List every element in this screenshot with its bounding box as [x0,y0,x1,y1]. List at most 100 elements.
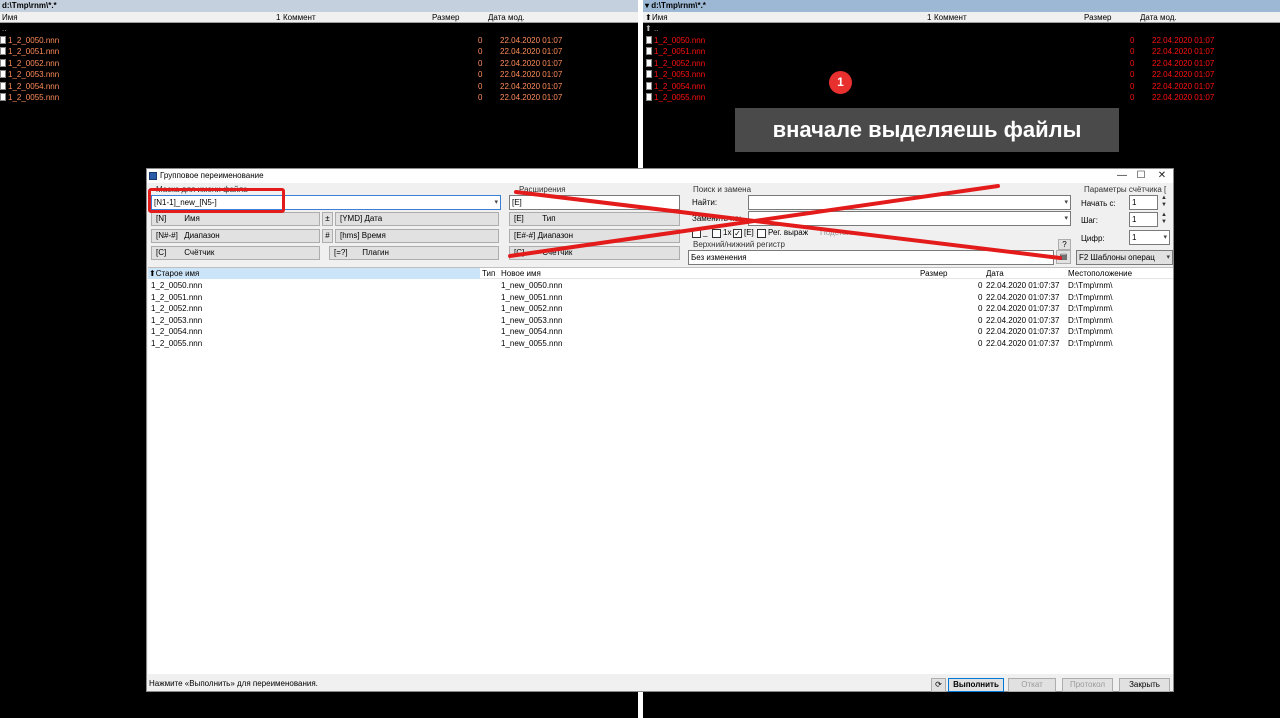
close-icon[interactable]: ✕ [1152,169,1172,183]
table-row[interactable]: 1_2_0050.nnn 1_new_0050.nnn 0 22.04.2020… [148,280,1173,292]
chevron-down-icon[interactable]: ▾ [1064,212,1068,225]
ext-label: [E] [744,228,754,237]
col-type[interactable]: Тип [482,268,495,279]
counter-button[interactable]: [C] Счётчик [151,246,320,260]
file-name: 1_2_0051.nnn [654,47,706,56]
log-button[interactable]: Протокол [1062,678,1113,692]
maximize-icon[interactable]: ☐ [1131,169,1151,183]
table-row[interactable]: 1_2_0052.nnn 1_new_0052.nnn 0 22.04.2020… [148,303,1173,315]
col-new-name[interactable]: Новое имя [501,268,541,279]
ext-group-title: Расширения [519,185,566,194]
file-date: 22.04.2020 01:07 [1152,58,1215,68]
close-button[interactable]: Закрыть [1119,678,1170,692]
list-item[interactable]: 1_2_0052.nnn 0 22.04.2020 01:07 [0,58,638,70]
range-button[interactable]: [N#-#] Диапазон [151,229,320,243]
chevron-down-icon[interactable]: ▾ [1163,231,1167,244]
right-col-size[interactable]: Размер [1084,12,1112,23]
reload-button[interactable]: ⟳ [931,678,946,692]
btn-label: Счётчик [542,248,573,257]
right-col-date[interactable]: Дата мод. [1140,12,1177,23]
list-item[interactable]: 1_2_0053.nnn 0 22.04.2020 01:07 [643,69,1280,81]
ext-input[interactable]: [E] [509,195,680,210]
col-date[interactable]: Дата [986,268,1004,279]
btn-key: [N] [156,214,167,223]
size: 0 [978,315,983,325]
col-size[interactable]: Размер [920,268,948,279]
new-name: 1_new_0055.nnn [501,338,563,348]
table-row[interactable]: 1_2_0055.nnn 1_new_0055.nnn 0 22.04.2020… [148,338,1173,350]
case-sensitive-checkbox[interactable] [692,229,701,238]
list-item[interactable]: 1_2_0050.nnn 0 22.04.2020 01:07 [643,35,1280,47]
edit-icon[interactable]: ▤ [1056,250,1071,264]
left-col-size[interactable]: Размер [432,12,460,23]
time-button[interactable]: [hms] Время [335,229,499,243]
plusminus-button[interactable]: ± [322,212,333,226]
case-dropdown[interactable]: Без изменения ▾ [688,250,1054,265]
drive-dropdown-icon[interactable]: ▾ [645,1,649,10]
col-old-name[interactable]: ⬆Старое имя [148,268,480,279]
dialog-titlebar[interactable]: Групповое переименование — ☐ ✕ [147,169,1173,183]
start-input[interactable]: 1 [1129,195,1158,210]
file-icon [0,70,6,78]
find-input[interactable]: ▾ [748,195,1071,210]
list-item[interactable]: 1_2_0054.nnn 0 22.04.2020 01:07 [643,81,1280,93]
table-row[interactable]: 1_2_0053.nnn 1_new_0053.nnn 0 22.04.2020… [148,315,1173,327]
list-item[interactable]: .. [0,23,638,35]
hash-button[interactable]: # [322,229,333,243]
left-col-name[interactable]: Имя [2,12,18,23]
file-name: 1_2_0052.nnn [8,58,60,68]
name-button[interactable]: [N] Имя [151,212,320,226]
btn-key: [N#-#] [156,231,178,240]
step-spinner-icon[interactable]: ▲ ▼ [1159,212,1169,227]
location: D:\Tmp\rnm\ [1068,338,1113,348]
file-icon [646,35,652,44]
minimize-icon[interactable]: — [1112,169,1132,183]
ext-range-button[interactable]: [E#-#] Диапазон [509,229,680,243]
once-checkbox[interactable] [712,229,721,238]
left-path-bar[interactable]: d:\Tmp\rnm\*.* [0,0,638,12]
right-path-bar[interactable]: ▾ d:\Tmp\rnm\*.* [643,0,1280,12]
table-row[interactable]: 1_2_0051.nnn 1_new_0051.nnn 0 22.04.2020… [148,292,1173,304]
ext-checkbox[interactable]: ✓ [733,229,742,238]
chevron-down-icon[interactable]: ▾ [1166,251,1170,264]
list-item[interactable]: 1_2_0052.nnn 0 22.04.2020 01:07 [643,58,1280,70]
btn-label: Имя [184,214,200,223]
right-col-comment[interactable]: Коммент [934,12,967,23]
find-label: Найти: [692,198,718,207]
list-item[interactable]: ⬆ .. [643,23,1280,35]
list-item[interactable]: 1_2_0051.nnn 0 22.04.2020 01:07 [0,46,638,58]
table-row[interactable]: 1_2_0054.nnn 1_new_0054.nnn 0 22.04.2020… [148,326,1173,338]
list-item[interactable]: 1_2_0055.nnn 0 22.04.2020 01:07 [643,92,1280,104]
list-item[interactable]: 1_2_0055.nnn 0 22.04.2020 01:07 [0,92,638,104]
preview-table[interactable]: ⬆Старое имя Тип Новое имя Размер Дата Ме… [148,267,1173,674]
undo-button[interactable]: Откат [1008,678,1056,692]
chevron-down-icon[interactable]: ▾ [1064,196,1068,209]
location: D:\Tmp\rnm\ [1068,327,1113,336]
list-item[interactable]: 1_2_0050.nnn 0 22.04.2020 01:07 [0,35,638,47]
right-col-name[interactable]: Имя [652,12,668,23]
list-item[interactable]: 1_2_0051.nnn 0 22.04.2020 01:07 [643,46,1280,58]
list-item[interactable]: 1_2_0053.nnn 0 22.04.2020 01:07 [0,69,638,81]
templates-dropdown[interactable]: F2 Шаблоны операц ▾ [1076,250,1173,265]
left-col-comment[interactable]: Коммент [283,12,316,23]
regex-checkbox[interactable] [757,229,766,238]
run-button[interactable]: Выполнить [948,678,1004,692]
file-name: 1_2_0050.nnn [654,35,706,45]
col-location[interactable]: Местоположение [1068,268,1132,279]
digits-dropdown[interactable]: 1 ▾ [1129,230,1170,245]
right-file-list: ⬆ .. 1_2_0050.nnn 0 22.04.2020 01:07 1_2… [643,23,1280,104]
date-button[interactable]: [YMD] Дата [335,212,499,226]
left-col-date[interactable]: Дата мод. [488,12,525,23]
start-spinner-icon[interactable]: ▲ ▼ [1159,195,1169,210]
ext-counter-button[interactable]: [C] Счётчик [509,246,680,260]
templates-label: F2 Шаблоны операц [1079,253,1155,262]
chevron-down-icon[interactable]: ▾ [494,196,498,209]
replace-input[interactable]: ▾ [748,211,1071,226]
chevron-down-icon[interactable]: ▾ [1047,251,1051,264]
list-item[interactable]: 1_2_0054.nnn 0 22.04.2020 01:07 [0,81,638,93]
left-file-list: .. 1_2_0050.nnn 0 22.04.2020 01:07 1_2_0… [0,23,638,104]
step-input[interactable]: 1 [1129,212,1158,227]
ext-type-button[interactable]: [E] Тип [509,212,680,226]
plugin-button[interactable]: [=?] Плагин [329,246,499,260]
help-button[interactable]: ? [1058,239,1071,250]
